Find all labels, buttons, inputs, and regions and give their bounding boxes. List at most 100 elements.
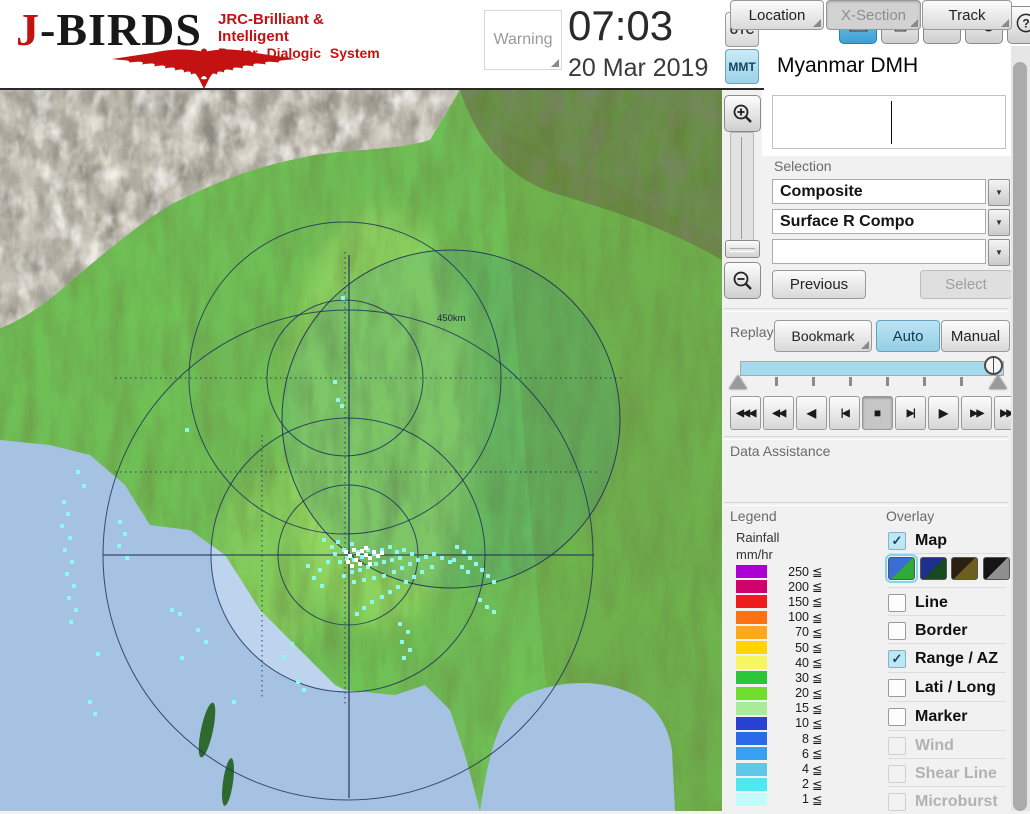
checkbox-lati-long[interactable] xyxy=(888,679,906,697)
dropdown-product[interactable]: Surface R Compo xyxy=(772,209,986,234)
legend-color-swatch xyxy=(736,762,767,776)
help-icon: ? xyxy=(1015,12,1030,39)
slider-tick xyxy=(960,377,963,386)
dropdown-product-value: Surface R Compo xyxy=(780,212,915,230)
checkbox-marker[interactable] xyxy=(888,708,906,726)
checkbox-range-az[interactable]: ✓ xyxy=(888,650,906,668)
x-section-button[interactable]: X-Section xyxy=(826,0,921,30)
track-button[interactable]: Track xyxy=(922,0,1012,30)
auto-label: Auto xyxy=(892,327,924,345)
map-style-swatch-3[interactable] xyxy=(951,557,978,580)
range-ring-label: 450km xyxy=(437,313,466,324)
legend-row: 10 ≦ xyxy=(736,716,822,731)
fast-forward-button[interactable]: ▶▶ xyxy=(961,396,992,430)
slider-end-marker[interactable] xyxy=(989,375,1007,389)
legend-row: 50 ≦ xyxy=(736,640,822,655)
mmt-button[interactable]: MMT xyxy=(725,49,759,84)
select-label: Select xyxy=(945,276,987,293)
dropdown-composite[interactable]: Composite xyxy=(772,179,986,204)
zoom-out-button[interactable] xyxy=(724,262,761,299)
step-forward-button[interactable]: ▶| xyxy=(895,396,926,430)
checkbox-border[interactable] xyxy=(888,622,906,640)
legend-color-swatch xyxy=(736,625,767,639)
overlay-item-label: Microburst xyxy=(915,793,998,810)
legend-color-swatch xyxy=(736,732,767,746)
replay-slider-thumb[interactable] xyxy=(984,356,1003,375)
dropdown-empty[interactable] xyxy=(772,239,986,264)
zoom-slider-track[interactable] xyxy=(730,132,754,246)
play-button[interactable]: ▶ xyxy=(928,396,959,430)
warning-button[interactable]: Warning xyxy=(484,10,562,70)
lte-symbol: ≦ xyxy=(812,595,823,610)
zoom-slider-thumb[interactable] xyxy=(725,240,760,258)
replay-slider[interactable] xyxy=(724,355,1010,395)
map-style-swatch-4[interactable] xyxy=(982,557,1010,580)
step-back-button[interactable]: |◀ xyxy=(829,396,860,430)
status-box[interactable] xyxy=(772,95,1006,149)
overlay-label: Overlay xyxy=(886,508,935,524)
map-style-swatch-1[interactable] xyxy=(885,554,918,583)
legend-value: 200 xyxy=(788,579,809,594)
legend-color-swatch xyxy=(736,792,767,806)
slider-tick xyxy=(923,377,926,386)
legend-row: 4 ≦ xyxy=(736,761,822,777)
legend-row: 15 ≦ xyxy=(736,701,822,716)
checkbox-map[interactable]: ✓ xyxy=(888,532,906,550)
legend-row: 200 ≦ xyxy=(736,579,822,594)
overlay-separator xyxy=(888,701,1006,702)
legend-value: 50 xyxy=(795,640,809,655)
rewind-button[interactable]: ◀◀ xyxy=(763,396,794,430)
overlay-separator xyxy=(888,615,1006,616)
legend-value: 15 xyxy=(795,701,809,716)
legend-color-swatch xyxy=(736,641,767,655)
overlay-row-shear-line: Shear Line xyxy=(888,762,997,786)
warning-label: Warning xyxy=(493,31,553,48)
dropdown-empty-arrow[interactable]: ▼ xyxy=(988,239,1010,266)
separator xyxy=(724,308,1008,312)
slider-tick xyxy=(849,377,852,386)
stop-button[interactable]: ■ xyxy=(862,396,893,430)
previous-label: Previous xyxy=(789,276,849,293)
location-button[interactable]: Location xyxy=(730,0,824,30)
mmt-label: MMT xyxy=(728,59,756,74)
select-button[interactable]: Select xyxy=(920,270,1012,299)
legend-color-swatch xyxy=(736,656,767,670)
replay-slider-track[interactable] xyxy=(740,361,1004,376)
zoom-in-button[interactable] xyxy=(724,95,761,132)
checkbox-microburst xyxy=(888,793,906,811)
legend-value: 150 xyxy=(788,594,809,609)
overlay-item-label: Border xyxy=(915,622,968,639)
legend-row: 8 ≦ xyxy=(736,731,822,746)
dropdown-composite-arrow[interactable]: ▼ xyxy=(988,179,1010,206)
legend-row: 40 ≦ xyxy=(736,655,822,670)
legend-row: 2 ≦ xyxy=(736,777,822,792)
rewind-fastest-button[interactable]: ◀◀◀ xyxy=(730,396,761,430)
play-reverse-button[interactable]: ◀ xyxy=(796,396,827,430)
radar-map[interactable]: 450km xyxy=(0,90,722,811)
eagle-icon xyxy=(112,48,296,89)
legend-label: Legend xyxy=(730,508,777,524)
overlay-item-label: Wind xyxy=(915,737,954,754)
checkbox-wind xyxy=(888,737,906,755)
previous-button[interactable]: Previous xyxy=(772,270,866,299)
auto-button[interactable]: Auto xyxy=(876,320,940,352)
map-style-swatch-2[interactable] xyxy=(919,557,947,580)
dropdown-composite-value: Composite xyxy=(780,182,863,200)
checkbox-line[interactable] xyxy=(888,594,906,612)
button-label: Track xyxy=(948,6,986,24)
legend-color-swatch xyxy=(736,686,767,700)
manual-button[interactable]: Manual xyxy=(941,320,1010,352)
map-zoom-control xyxy=(722,90,762,310)
overlay-separator xyxy=(888,553,1006,554)
overlay-row-marker: Marker xyxy=(888,705,967,729)
lte-symbol: ≦ xyxy=(812,732,823,747)
dropdown-product-arrow[interactable]: ▼ xyxy=(988,209,1010,236)
replay-slider-fill xyxy=(741,362,1003,375)
slider-start-marker[interactable] xyxy=(729,375,747,389)
panel-scrollbar-thumb[interactable] xyxy=(1013,62,1027,811)
legend-color-swatch xyxy=(736,565,767,579)
bookmark-button[interactable]: Bookmark xyxy=(774,320,872,352)
overlay-row-lati-long: Lati / Long xyxy=(888,676,996,700)
chevron-down-icon: ▼ xyxy=(995,188,1003,197)
legend-row: 100 ≦ xyxy=(736,610,822,625)
